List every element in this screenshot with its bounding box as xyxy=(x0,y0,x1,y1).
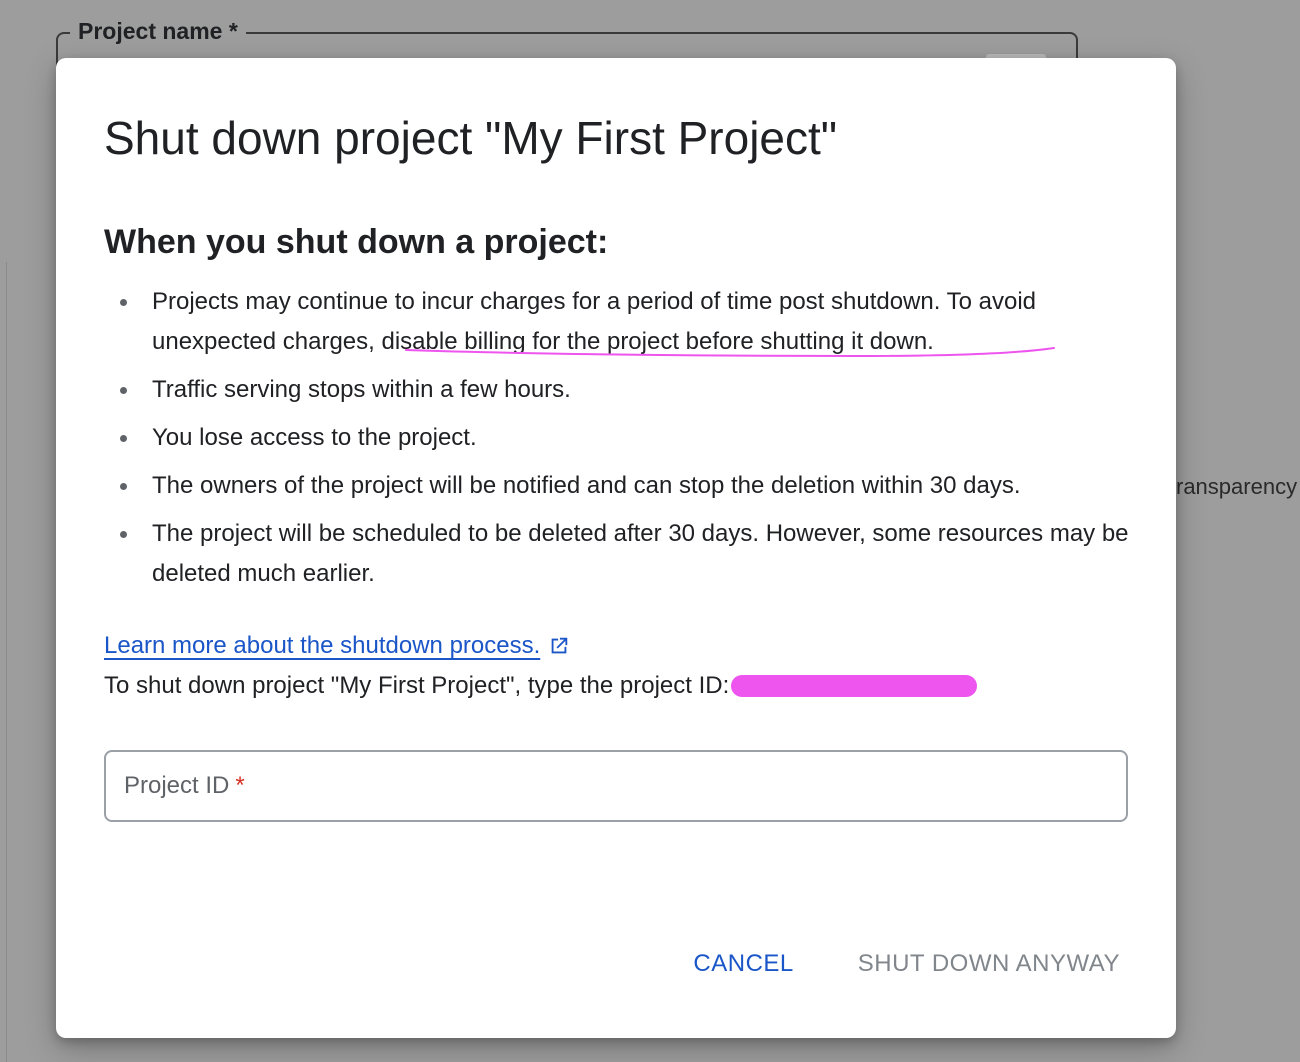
learn-more-text: Learn more about the shutdown process. xyxy=(104,632,541,659)
list-item: The owners of the project will be notifi… xyxy=(104,466,1134,506)
shut-down-anyway-button[interactable]: SHUT DOWN ANYWAY xyxy=(858,950,1120,978)
project-id-label: Project ID xyxy=(124,772,230,799)
learn-more-link[interactable]: Learn more about the shutdown process. xyxy=(104,628,570,664)
section-heading: When you shut down a project: xyxy=(104,223,609,261)
list-item: You lose access to the project. xyxy=(104,418,1134,458)
project-name-label: Project name * xyxy=(70,16,246,46)
external-link-icon xyxy=(551,637,568,654)
background-side-text: ransparency xyxy=(1176,474,1298,499)
redacted-project-id xyxy=(731,675,978,697)
confirmation-instruction: To shut down project "My First Project",… xyxy=(104,668,978,704)
list-item: The project will be scheduled to be dele… xyxy=(104,514,1134,594)
project-id-input[interactable]: Project ID * xyxy=(104,750,1128,822)
cancel-button[interactable]: CANCEL xyxy=(693,950,793,978)
annotation-underline xyxy=(405,347,1055,358)
required-marker: * xyxy=(235,772,245,799)
consequence-list: Projects may continue to incur charges f… xyxy=(104,282,1134,602)
list-item: Traffic serving stops within a few hours… xyxy=(104,370,1134,410)
instruction-text: To shut down project "My First Project",… xyxy=(104,672,730,699)
shutdown-dialog: Shut down project "My First Project" Whe… xyxy=(56,58,1176,1038)
dialog-actions: CANCEL SHUT DOWN ANYWAY xyxy=(693,950,1120,978)
background-divider xyxy=(6,262,7,1062)
dialog-title: Shut down project "My First Project" xyxy=(104,112,838,164)
